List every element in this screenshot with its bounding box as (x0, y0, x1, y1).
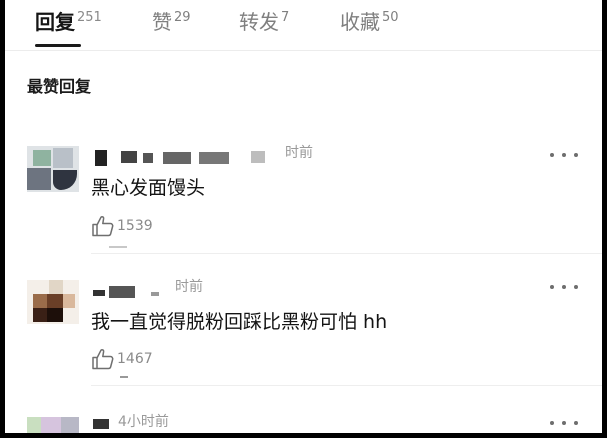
like-count: 1467 (117, 351, 153, 367)
avatar[interactable] (27, 146, 79, 192)
comment-tabs: 回复 251 赞 29 转发 7 收藏 50 (5, 0, 602, 51)
tab-count: 29 (174, 10, 191, 25)
comment-screen: 回复 251 赞 29 转发 7 收藏 50 最赞回复 时前 黑心发面馒头 15… (5, 0, 602, 433)
divider (91, 253, 602, 254)
divider (91, 385, 602, 386)
tab-count: 50 (382, 10, 399, 25)
more-horizontal-icon[interactable] (550, 150, 578, 160)
tab-count: 7 (281, 10, 290, 25)
comment-time: 时前 (175, 279, 203, 295)
username[interactable] (91, 280, 161, 300)
username[interactable] (91, 417, 121, 429)
tab-label: 回复 (35, 10, 75, 34)
comment-time: 时前 (285, 145, 313, 161)
comment-text: 我一直觉得脱粉回踩比黑粉可怕 hh (91, 311, 388, 333)
comment-item: 4小时前 (5, 405, 602, 433)
comment-item: 时前 我一直觉得脱粉回踩比黑粉可怕 hh 1467 (5, 272, 602, 392)
tab-label: 赞 (152, 10, 172, 34)
tab-label: 收藏 (340, 10, 380, 34)
comment-time: 4小时前 (118, 414, 169, 430)
avatar[interactable] (27, 417, 79, 433)
thumbs-up-icon (92, 216, 114, 237)
tab-reposts[interactable]: 转发 7 (239, 9, 289, 39)
more-horizontal-icon[interactable] (550, 282, 578, 292)
tab-label: 转发 (239, 10, 279, 34)
username[interactable] (91, 148, 276, 168)
more-horizontal-icon[interactable] (550, 418, 578, 428)
like-count: 1539 (117, 218, 153, 234)
section-title: 最赞回复 (27, 77, 92, 96)
tab-favorites[interactable]: 收藏 50 (340, 9, 399, 39)
like-button[interactable]: 1539 (91, 214, 153, 238)
comment-item: 时前 黑心发面馒头 1539 (5, 140, 602, 260)
avatar[interactable] (27, 280, 79, 324)
tab-likes[interactable]: 赞 29 (152, 9, 191, 39)
like-button[interactable]: 1467 (91, 347, 153, 371)
active-tab-indicator (35, 44, 81, 47)
comment-text: 黑心发面馒头 (91, 177, 206, 199)
tab-count: 251 (77, 10, 102, 25)
tab-replies[interactable]: 回复 251 (35, 9, 102, 39)
thumbs-up-icon (92, 349, 114, 370)
